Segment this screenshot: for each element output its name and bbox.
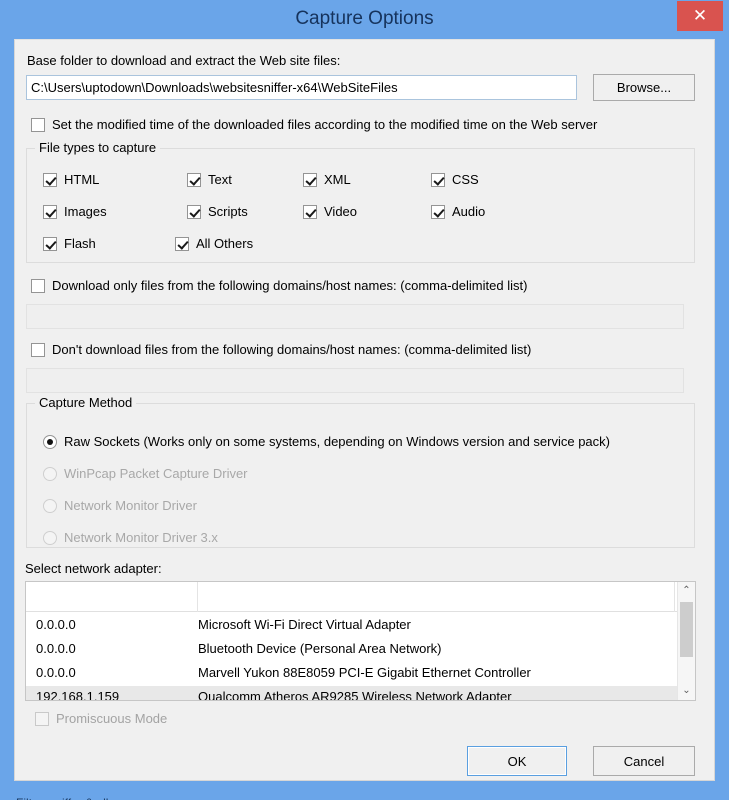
adapter-ip: 0.0.0.0	[36, 665, 76, 680]
bottom-strip: Filter: sniffer & all	[0, 787, 729, 800]
adapter-name: Bluetooth Device (Personal Area Network)	[198, 641, 442, 656]
filetype-html-checkbox[interactable]: HTML	[43, 172, 99, 187]
dialog-client-area: Base folder to download and extract the …	[14, 39, 715, 781]
radio-raw-sockets-label: Raw Sockets (Works only on some systems,…	[64, 434, 610, 449]
checkbox-box	[31, 342, 45, 357]
cancel-button[interactable]: Cancel	[593, 746, 695, 776]
file-types-group: File types to capture	[26, 140, 695, 263]
adapter-listview[interactable]: 0.0.0.0 Microsoft Wi-Fi Direct Virtual A…	[25, 581, 696, 701]
exclude-domains-label: Don't download files from the following …	[52, 342, 532, 357]
base-folder-label: Base folder to download and extract the …	[27, 53, 341, 68]
include-domains-label: Download only files from the following d…	[52, 278, 528, 293]
table-row[interactable]: 0.0.0.0 Bluetooth Device (Personal Area …	[26, 638, 695, 662]
table-row[interactable]: 0.0.0.0 Marvell Yukon 88E8059 PCI-E Giga…	[26, 662, 695, 686]
checkbox-box	[187, 204, 201, 219]
set-modified-time-checkbox[interactable]: Set the modified time of the downloaded …	[31, 117, 597, 132]
checkbox-box	[35, 711, 49, 726]
checkbox-box	[187, 172, 201, 187]
filetype-scripts-label: Scripts	[208, 204, 248, 219]
checkbox-box	[43, 204, 57, 219]
adapter-ip: 0.0.0.0	[36, 617, 76, 632]
scroll-down-icon[interactable]: ⌄	[678, 682, 695, 700]
filetype-css-checkbox[interactable]: CSS	[431, 172, 479, 187]
listview-header	[26, 582, 695, 612]
checkbox-box	[303, 204, 317, 219]
checkbox-box	[431, 204, 445, 219]
filetype-flash-label: Flash	[64, 236, 96, 251]
adapter-name: Microsoft Wi-Fi Direct Virtual Adapter	[198, 617, 411, 632]
radio-circle	[43, 530, 57, 545]
filetype-video-label: Video	[324, 204, 358, 219]
radio-circle	[43, 434, 57, 449]
exclude-domains-input[interactable]	[26, 368, 684, 393]
adapter-ip: 192.168.1.159	[36, 689, 120, 701]
radio-winpcap-label: WinPcap Packet Capture Driver	[64, 466, 248, 481]
adapter-name: Marvell Yukon 88E8059 PCI-E Gigabit Ethe…	[198, 665, 531, 680]
filetype-audio-checkbox[interactable]: Audio	[431, 204, 485, 219]
filetype-images-checkbox[interactable]: Images	[43, 204, 107, 219]
listview-scrollbar[interactable]: ⌃ ⌄	[677, 582, 695, 700]
title-bar: Capture Options ✕	[0, 0, 729, 40]
include-domains-checkbox[interactable]: Download only files from the following d…	[31, 278, 527, 293]
filetype-text-checkbox[interactable]: Text	[187, 172, 232, 187]
radio-network-monitor-3x[interactable]: Network Monitor Driver 3.x	[43, 530, 218, 545]
checkbox-box	[431, 172, 445, 187]
filetype-xml-checkbox[interactable]: XML	[303, 172, 351, 187]
promiscuous-mode-checkbox[interactable]: Promiscuous Mode	[35, 711, 167, 726]
capture-options-window: Capture Options ✕ Base folder to downloa…	[0, 0, 729, 800]
column-header-ip[interactable]	[26, 582, 198, 612]
table-row[interactable]: 192.168.1.159 Qualcomm Atheros AR9285 Wi…	[26, 686, 695, 701]
filetype-all-others-checkbox[interactable]: All Others	[175, 236, 253, 251]
promiscuous-mode-label: Promiscuous Mode	[56, 711, 168, 726]
checkbox-box	[303, 172, 317, 187]
capture-method-group-title: Capture Method	[35, 395, 137, 410]
filetype-video-checkbox[interactable]: Video	[303, 204, 357, 219]
adapter-name: Qualcomm Atheros AR9285 Wireless Network…	[198, 689, 512, 701]
filetype-xml-label: XML	[324, 172, 351, 187]
filetype-images-label: Images	[64, 204, 107, 219]
select-adapter-label: Select network adapter:	[25, 561, 162, 576]
column-header-name[interactable]	[198, 582, 675, 612]
radio-circle	[43, 498, 57, 513]
adapter-ip: 0.0.0.0	[36, 641, 76, 656]
checkbox-box	[31, 278, 45, 293]
radio-circle	[43, 466, 57, 481]
radio-network-monitor-label: Network Monitor Driver	[64, 498, 197, 513]
checkbox-box	[31, 117, 45, 132]
filetype-audio-label: Audio	[452, 204, 486, 219]
scrollbar-thumb[interactable]	[680, 602, 693, 657]
set-modified-time-label: Set the modified time of the downloaded …	[52, 117, 598, 132]
exclude-domains-checkbox[interactable]: Don't download files from the following …	[31, 342, 531, 357]
base-folder-input[interactable]: C:\Users\uptodown\Downloads\websitesniff…	[26, 75, 577, 100]
radio-winpcap[interactable]: WinPcap Packet Capture Driver	[43, 466, 248, 481]
filetype-all-others-label: All Others	[196, 236, 254, 251]
filetype-html-label: HTML	[64, 172, 100, 187]
window-title: Capture Options	[295, 8, 434, 29]
scroll-up-icon[interactable]: ⌃	[678, 582, 695, 600]
radio-network-monitor-3x-label: Network Monitor Driver 3.x	[64, 530, 218, 545]
checkbox-box	[175, 236, 189, 251]
radio-network-monitor[interactable]: Network Monitor Driver	[43, 498, 197, 513]
filetype-flash-checkbox[interactable]: Flash	[43, 236, 96, 251]
table-row[interactable]: 0.0.0.0 Microsoft Wi-Fi Direct Virtual A…	[26, 614, 695, 638]
include-domains-input[interactable]	[26, 304, 684, 329]
browse-button[interactable]: Browse...	[593, 74, 695, 101]
filetype-text-label: Text	[208, 172, 232, 187]
ok-button[interactable]: OK	[467, 746, 567, 776]
checkbox-box	[43, 172, 57, 187]
filetype-css-label: CSS	[452, 172, 479, 187]
checkbox-box	[43, 236, 57, 251]
radio-raw-sockets[interactable]: Raw Sockets (Works only on some systems,…	[43, 434, 610, 449]
file-types-group-title: File types to capture	[35, 140, 161, 155]
bottom-sliver-text: Filter: sniffer & all	[16, 796, 108, 800]
close-icon[interactable]: ✕	[677, 1, 723, 31]
filetype-scripts-checkbox[interactable]: Scripts	[187, 204, 248, 219]
